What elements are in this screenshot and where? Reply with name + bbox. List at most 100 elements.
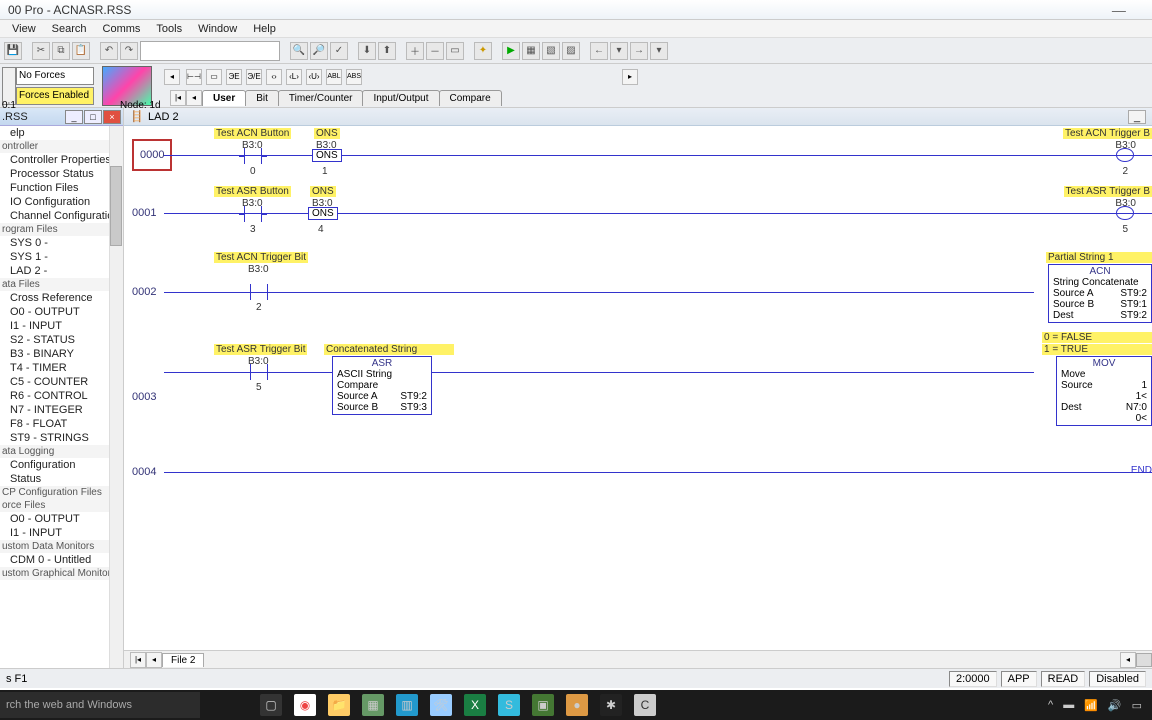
output-coil[interactable] — [1116, 148, 1134, 162]
tree-item[interactable]: O0 - OUTPUT — [0, 305, 123, 319]
rung-number[interactable]: 0001 — [132, 207, 156, 219]
tab-compare[interactable]: Compare — [439, 90, 502, 106]
excel-icon[interactable]: X — [464, 694, 486, 716]
tree-item[interactable]: Cross Reference — [0, 291, 123, 305]
tree-hdr[interactable]: ustom Data Monitors — [0, 540, 123, 553]
tree-item[interactable]: S2 - STATUS — [0, 333, 123, 347]
upload-icon[interactable]: ⬆ — [378, 42, 396, 60]
battery-icon[interactable]: ▬ — [1063, 699, 1074, 712]
rung-number[interactable]: 0004 — [132, 466, 156, 478]
new-rung-icon[interactable]: ✦ — [474, 42, 492, 60]
elem-otl-icon[interactable]: ‹L› — [286, 69, 302, 85]
tree-item[interactable]: Function Files — [0, 181, 123, 195]
tree-item[interactable]: Configuration — [0, 458, 123, 472]
tree-item[interactable]: Controller Properties — [0, 153, 123, 167]
cut-icon[interactable]: ✂ — [32, 42, 50, 60]
menu-help[interactable]: Help — [245, 23, 284, 35]
tree-item[interactable]: T4 - TIMER — [0, 361, 123, 375]
run-icon[interactable]: ▶ — [502, 42, 520, 60]
file-tab[interactable]: File 2 — [162, 653, 204, 667]
tree-min-icon[interactable]: _ — [65, 110, 83, 124]
wifi-icon[interactable]: 📶 — [1084, 699, 1098, 712]
rung-0[interactable]: 0000 Test ACN Button B3:0 0 ONS B3:0 ONS… — [124, 126, 1152, 184]
redo-icon[interactable]: ↷ — [120, 42, 138, 60]
hscroll-left-icon[interactable]: ◂ — [1120, 652, 1136, 668]
tree-item[interactable]: C5 - COUNTER — [0, 375, 123, 389]
tab-bit[interactable]: Bit — [245, 90, 279, 106]
tree-item[interactable]: Processor Status — [0, 167, 123, 181]
tree-hdr[interactable]: rogram Files — [0, 223, 123, 236]
tree-item[interactable]: Status — [0, 472, 123, 486]
tree-item[interactable]: LAD 2 - — [0, 264, 123, 278]
forces-none-select[interactable]: No Forces — [16, 67, 94, 85]
zoom-in-icon[interactable]: ＋ — [406, 42, 424, 60]
save-icon[interactable]: 💾 — [4, 42, 22, 60]
fwd-icon[interactable]: → — [630, 42, 648, 60]
search-input[interactable]: rch the web and Windows — [0, 692, 200, 718]
tree-hdr[interactable]: ata Logging — [0, 445, 123, 458]
menu-comms[interactable]: Comms — [95, 23, 149, 35]
tray-up-icon[interactable]: ^ — [1048, 699, 1053, 712]
project-tree[interactable]: elp ontroller Controller Properties Proc… — [0, 126, 123, 656]
back-icon[interactable]: ← — [590, 42, 608, 60]
tree-max-icon[interactable]: □ — [84, 110, 102, 124]
tree-item[interactable]: ST9 - STRINGS — [0, 431, 123, 445]
tree-item[interactable]: R6 - CONTROL — [0, 389, 123, 403]
asr-block[interactable]: ASR ASCII String Compare Source AST9:2 S… — [332, 356, 432, 415]
tree-item[interactable]: I1 - INPUT — [0, 526, 123, 540]
tree-item[interactable]: ontroller — [0, 140, 123, 153]
rung-2[interactable]: 0002 Test ACN Trigger Bit B3:0 2 Partial… — [124, 242, 1152, 342]
explorer-icon[interactable]: 📁 — [328, 694, 350, 716]
xic-contact[interactable] — [244, 206, 262, 222]
ladder-view[interactable]: 0000 Test ACN Button B3:0 0 ONS B3:0 ONS… — [124, 126, 1152, 650]
menu-tools[interactable]: Tools — [148, 23, 190, 35]
app2-icon[interactable]: ▥ — [396, 694, 418, 716]
paste-icon[interactable]: 📋 — [72, 42, 90, 60]
lang-icon[interactable]: ▭ — [1132, 699, 1142, 712]
app8-icon[interactable]: C — [634, 694, 656, 716]
elem-contact-icon[interactable]: ⊢⊣ — [186, 69, 202, 85]
tree-hdr[interactable]: ustom Graphical Monitors — [0, 567, 123, 580]
tree-hdr[interactable]: orce Files — [0, 499, 123, 512]
tree-close-icon[interactable]: × — [103, 110, 121, 124]
tree-item[interactable]: Channel Configuration — [0, 209, 123, 223]
copy-icon[interactable]: ⧉ — [52, 42, 70, 60]
forces-enabled-select[interactable]: Forces Enabled — [16, 87, 94, 105]
app5-icon[interactable]: ▣ — [532, 694, 554, 716]
tool-b-icon[interactable]: ▧ — [542, 42, 560, 60]
app6-icon[interactable]: ● — [566, 694, 588, 716]
elem-xio-icon[interactable]: Э/E — [246, 69, 262, 85]
tree-item[interactable]: elp — [0, 126, 123, 140]
address-combo[interactable] — [140, 41, 280, 61]
rung-3[interactable]: 0003 Test ASR Trigger Bit B3:0 5 Concate… — [124, 342, 1152, 452]
elem-ote-icon[interactable]: ‹› — [266, 69, 282, 85]
tree-item[interactable]: IO Configuration — [0, 195, 123, 209]
undo-icon[interactable]: ↶ — [100, 42, 118, 60]
back-drop-icon[interactable]: ▾ — [610, 42, 628, 60]
xic-contact[interactable] — [250, 364, 268, 380]
filetab-first-icon[interactable]: |◂ — [130, 652, 146, 668]
hscroll-thumb[interactable] — [1136, 653, 1152, 667]
tab-scroll-first-icon[interactable]: |◂ — [170, 90, 186, 106]
tree-item[interactable]: F8 - FLOAT — [0, 417, 123, 431]
download-icon[interactable]: ⬇ — [358, 42, 376, 60]
find-next-icon[interactable]: 🔎 — [310, 42, 328, 60]
tool-c-icon[interactable]: ▨ — [562, 42, 580, 60]
tree-item[interactable]: B3 - BINARY — [0, 347, 123, 361]
tab-scroll-prev-icon[interactable]: ◂ — [186, 90, 202, 106]
output-coil[interactable] — [1116, 206, 1134, 220]
fit-icon[interactable]: ▭ — [446, 42, 464, 60]
verify-icon[interactable]: ✓ — [330, 42, 348, 60]
fwd-drop-icon[interactable]: ▾ — [650, 42, 668, 60]
mov-block[interactable]: MOV Move Source1 1< DestN7:0 0< — [1056, 356, 1152, 426]
ons-block[interactable]: ONS — [312, 149, 342, 162]
volume-icon[interactable]: 🔊 — [1108, 699, 1122, 712]
menu-view[interactable]: View — [4, 23, 44, 35]
tree-item[interactable]: I1 - INPUT — [0, 319, 123, 333]
app3-icon[interactable]: 🛠 — [430, 694, 452, 716]
rung-4[interactable]: 0004 END — [124, 452, 1152, 492]
elem-xic-icon[interactable]: ЭE — [226, 69, 242, 85]
tab-timer[interactable]: Timer/Counter — [278, 90, 364, 106]
app7-icon[interactable]: ✱ — [600, 694, 622, 716]
tree-item[interactable]: SYS 0 - — [0, 236, 123, 250]
